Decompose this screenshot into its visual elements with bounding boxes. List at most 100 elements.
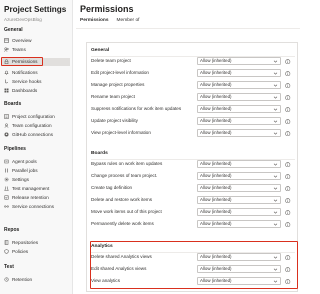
overview-icon [4,37,9,43]
info-icon[interactable] [285,185,291,192]
permission-row: Delete shared Analytics views Allow (inh… [91,253,295,262]
info-icon[interactable] [285,82,291,89]
permission-dropdown[interactable]: Allow (inherited) [197,196,281,204]
permission-row: Create tag definition Allow (inherited) [91,184,295,193]
sidebar-item-label: Parallel jobs [12,167,38,173]
permission-dropdown[interactable]: Allow (inherited) [197,208,281,216]
sidebar-item-dashboards[interactable]: Dashboards [2,86,70,94]
info-icon[interactable] [285,278,291,285]
sidebar-item-overview[interactable]: Overview [2,36,70,44]
sidebar-item-service-hooks[interactable]: Service hooks [2,77,70,85]
sidebar-item-settings[interactable]: Settings [2,175,70,183]
tab-permissions[interactable]: Permissions [80,18,109,29]
sidebar-item-teams[interactable]: Teams [2,45,70,53]
sidebar-item-parallel-jobs[interactable]: Parallel jobs [2,166,70,174]
permissions-highlight-box [1,57,43,66]
info-icon[interactable] [285,58,291,65]
sidebar-section-repos: Repos [4,227,20,233]
permission-dropdown[interactable]: Allow (inherited) [197,220,281,228]
sidebar-item-notifications[interactable]: Notifications [2,68,70,76]
sidebar-item-policies[interactable]: Policies [2,247,70,255]
info-icon[interactable] [285,130,291,137]
chevron-down-icon [273,84,278,87]
sidebar-item-label: Teams [12,46,26,52]
permission-label: Update project visibility [91,118,138,123]
sidebar-item-label: Overview [12,37,32,43]
chevron-down-icon [273,72,278,75]
chevron-down-icon [273,280,278,283]
sidebar-item-label: Test management [12,185,50,191]
permission-dropdown[interactable]: Allow (inherited) [197,81,281,89]
info-icon[interactable] [285,161,291,168]
page-title: Permissions [80,4,134,14]
permission-dropdown[interactable]: Allow (inherited) [197,105,281,113]
info-icon[interactable] [285,221,291,228]
permission-value: Allow (inherited) [200,70,232,75]
sidebar-section-pipelines: Pipelines [4,146,26,152]
permission-label: Move work items out of this project [91,209,162,214]
sidebar-section-boards: Boards [4,101,22,107]
permission-row: Suppress notifications for work item upd… [91,105,295,114]
team-config-icon [4,123,9,128]
permission-value: Allow (inherited) [200,118,232,123]
info-icon[interactable] [285,173,291,180]
sidebar-item-github-connections[interactable]: GitHub connections [2,130,70,138]
permission-dropdown[interactable]: Allow (inherited) [197,117,281,125]
project-config-icon [4,113,9,119]
sidebar-item-test-management[interactable]: Test management [2,184,70,192]
permission-value: Allow (inherited) [200,221,232,226]
info-icon[interactable] [285,209,291,216]
permission-dropdown[interactable]: Allow (inherited) [197,265,281,273]
sidebar-item-project-configuration[interactable]: Project configuration [2,112,70,120]
chevron-down-icon [273,268,278,271]
permission-row: Update project visibility Allow (inherit… [91,117,295,126]
info-icon[interactable] [285,106,291,113]
permission-row: Permanently delete work items Allow (inh… [91,220,295,229]
permission-label: Bypass rules on work item updates [91,161,163,166]
info-icon[interactable] [285,266,291,273]
permission-value: Allow (inherited) [200,94,232,99]
repositories-icon [4,239,9,245]
permission-value: Allow (inherited) [200,161,232,166]
sidebar-item-release-retention[interactable]: Release retention [2,193,70,201]
group-header-general: General [91,48,110,53]
permission-value: Allow (inherited) [200,197,232,202]
permission-dropdown[interactable]: Allow (inherited) [197,129,281,137]
sidebar-item-agent-pools[interactable]: Agent pools [2,157,70,165]
sidebar-title: Project Settings [4,5,67,14]
permission-value: Allow (inherited) [200,209,232,214]
sidebar: Project Settings AzureDevOpsBlog General… [0,0,73,294]
permission-dropdown[interactable]: Allow (inherited) [197,172,281,180]
permission-row: Delete and restore work items Allow (inh… [91,196,295,205]
info-icon[interactable] [285,118,291,125]
permission-label: Edit project-level information [91,70,149,75]
sidebar-item-service-connections[interactable]: Service connections [2,202,70,210]
info-icon[interactable] [285,94,291,101]
permission-value: Allow (inherited) [200,278,232,283]
service-hooks-icon [4,79,9,84]
permission-label: Delete shared Analytics views [91,254,152,259]
sidebar-item-label: Service hooks [12,78,42,84]
parallel-jobs-icon [4,168,9,173]
permission-dropdown[interactable]: Allow (inherited) [197,57,281,65]
permission-dropdown[interactable]: Allow (inherited) [197,69,281,77]
permission-dropdown[interactable]: Allow (inherited) [197,160,281,168]
permission-dropdown[interactable]: Allow (inherited) [197,277,281,285]
info-icon[interactable] [285,70,291,77]
sidebar-item-repositories[interactable]: Repositories [2,238,70,246]
permission-row: Bypass rules on work item updates Allow … [91,160,295,169]
info-icon[interactable] [285,254,291,261]
sidebar-item-team-configuration[interactable]: Team configuration [2,121,70,129]
permission-label: Change process of team project. [91,173,158,178]
permission-value: Allow (inherited) [200,185,232,190]
permission-row: View project-level information Allow (in… [91,129,295,138]
permission-dropdown[interactable]: Allow (inherited) [197,184,281,192]
chevron-down-icon [273,211,278,214]
tab-member-of[interactable]: Member of [117,18,140,26]
permission-dropdown[interactable]: Allow (inherited) [197,93,281,101]
info-icon[interactable] [285,197,291,204]
sidebar-item-retention[interactable]: Retention [2,275,70,283]
permission-dropdown[interactable]: Allow (inherited) [197,253,281,261]
sidebar-item-label: Release retention [12,194,49,200]
sidebar-section-general: General [4,27,23,33]
